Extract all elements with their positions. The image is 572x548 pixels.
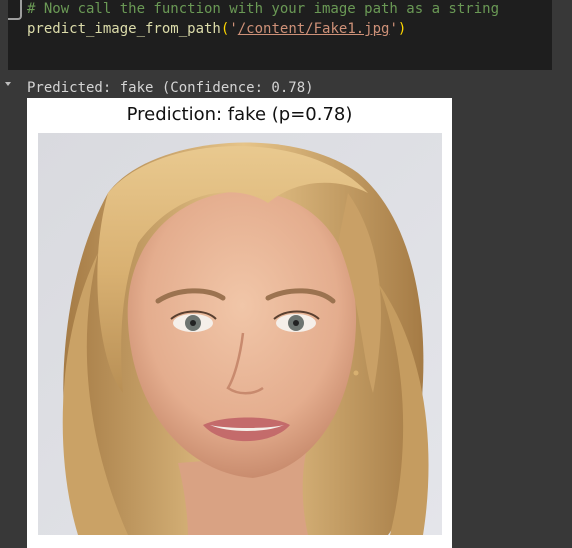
cell-bracket: [8, 0, 22, 20]
prediction-output-text: Predicted: fake (Confidence: 0.78): [27, 80, 314, 96]
cell-output: Predicted: fake (Confidence: 0.78) Predi…: [0, 72, 572, 548]
figure-title: Prediction: fake (p=0.78): [126, 104, 353, 125]
image-path-link[interactable]: /content/Fake1.jpg: [238, 21, 390, 37]
code-cell[interactable]: # Now call the function with your image …: [8, 0, 552, 70]
function-name: predict_image_from_path: [27, 21, 221, 37]
quote-close: ': [389, 21, 398, 37]
face-image: [38, 133, 442, 535]
code-call-line: predict_image_from_path('/content/Fake1.…: [27, 20, 406, 38]
close-paren: ): [397, 21, 407, 37]
quote-open: ': [229, 21, 238, 37]
prediction-figure: Prediction: fake (p=0.78): [27, 98, 452, 548]
output-collapse-icon[interactable]: [5, 82, 11, 86]
code-comment-line: # Now call the function with your image …: [27, 1, 500, 17]
